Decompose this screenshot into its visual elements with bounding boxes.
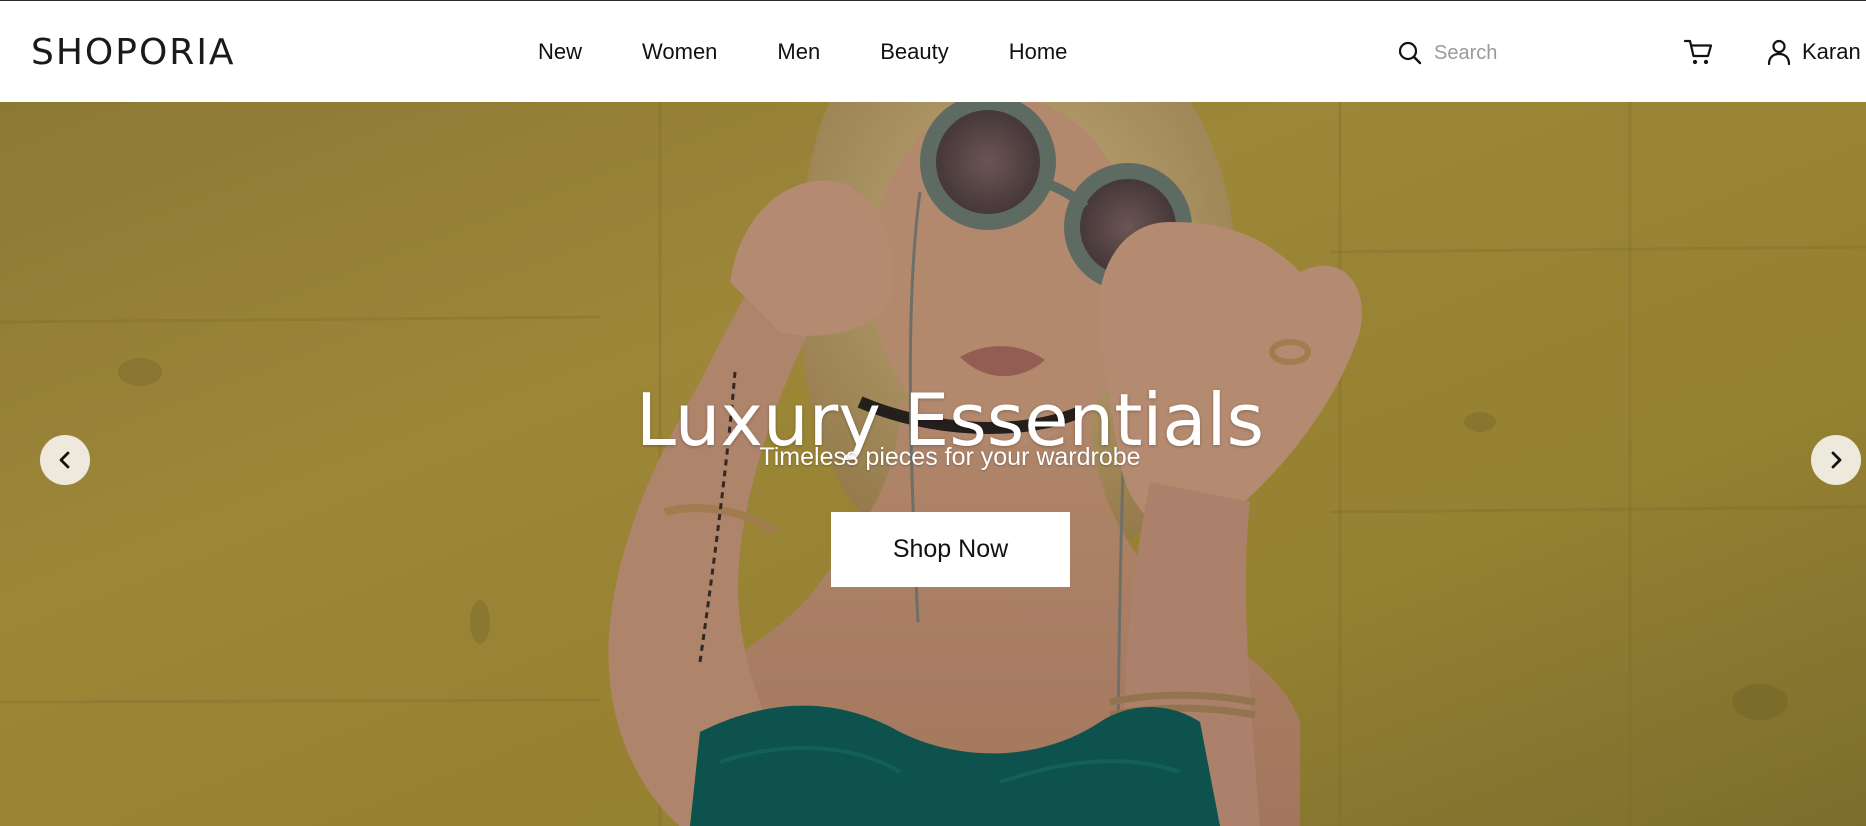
search-input[interactable] [1434,38,1624,68]
user-name[interactable]: Karan [1802,39,1861,65]
nav-item-women[interactable]: Women [642,39,717,65]
user-account[interactable]: Karan [1764,35,1861,69]
nav-item-men[interactable]: Men [777,39,820,65]
main-nav: New Women Men Beauty Home [538,37,1067,67]
hero-subtitle: Timeless pieces for your wardrobe [759,443,1141,471]
chevron-left-icon [59,451,70,469]
nav-item-beauty[interactable]: Beauty [880,39,949,65]
search-bar [1396,37,1636,69]
nav-item-home[interactable]: Home [1009,39,1068,65]
carousel-next-button[interactable] [1811,435,1861,485]
user-icon [1764,37,1794,67]
hero-carousel: Luxury Essentials Timeless pieces for yo… [0,102,1866,826]
nav-item-new[interactable]: New [538,39,582,65]
cart-button[interactable] [1683,36,1715,68]
shop-now-button[interactable]: Shop Now [831,512,1070,587]
brand-logo[interactable]: SHOPORIA [31,31,236,74]
search-icon[interactable] [1396,39,1424,67]
carousel-prev-button[interactable] [40,435,90,485]
cart-icon [1683,39,1713,65]
chevron-right-icon [1831,451,1842,469]
top-navigation-bar: SHOPORIA New Women Men Beauty Home Searc… [0,0,1866,102]
